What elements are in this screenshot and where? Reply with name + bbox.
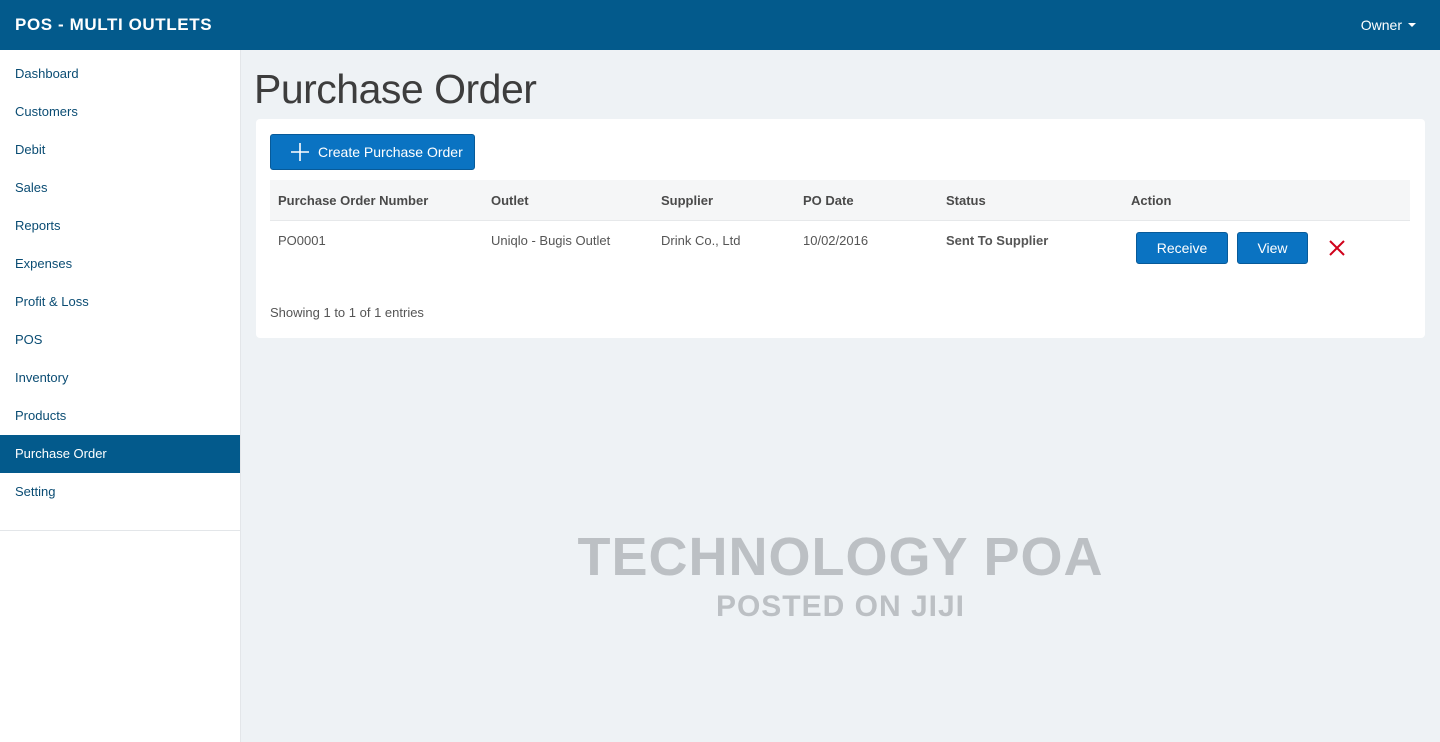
sidebar-menu: Dashboard Customers Debit Sales Reports … xyxy=(0,55,240,531)
create-purchase-order-button[interactable]: Create Purchase Order xyxy=(270,134,475,170)
main-content: Purchase Order Create Purchase Order Pur… xyxy=(241,50,1440,742)
view-button[interactable]: View xyxy=(1237,232,1308,264)
receive-button[interactable]: Receive xyxy=(1136,232,1228,264)
column-header-status[interactable]: Status xyxy=(946,193,986,208)
table-header: Purchase Order Number Outlet Supplier PO… xyxy=(270,180,1410,221)
app-title: POS - MULTI OUTLETS xyxy=(15,15,213,34)
close-icon[interactable] xyxy=(1328,239,1346,257)
purchase-order-panel: Create Purchase Order Purchase Order Num… xyxy=(256,119,1425,338)
sidebar-item-purchase-order[interactable]: Purchase Order xyxy=(0,435,240,473)
cell-po-number: PO0001 xyxy=(278,233,326,248)
cell-outlet: Uniqlo - Bugis Outlet xyxy=(491,233,611,248)
top-navbar: POS - MULTI OUTLETS Owner xyxy=(0,0,1440,50)
sidebar-item-profit-loss[interactable]: Profit & Loss xyxy=(0,283,240,321)
column-header-action: Action xyxy=(1131,193,1172,208)
cell-status: Sent To Supplier xyxy=(946,233,1049,248)
column-header-po-number[interactable]: Purchase Order Number xyxy=(278,193,428,208)
watermark-line-1: TECHNOLOGY POA xyxy=(577,527,1104,587)
cell-supplier: Drink Co., Ltd xyxy=(661,233,741,248)
column-header-supplier[interactable]: Supplier xyxy=(661,193,713,208)
sidebar-item-inventory[interactable]: Inventory xyxy=(0,359,240,397)
sidebar-item-setting[interactable]: Setting xyxy=(0,473,240,511)
user-menu-label: Owner xyxy=(1360,17,1402,33)
plus-icon xyxy=(291,143,309,161)
caret-down-icon xyxy=(1408,23,1416,27)
page-title: Purchase Order xyxy=(254,66,537,112)
purchase-order-table: Purchase Order Number Outlet Supplier PO… xyxy=(270,180,1410,276)
create-button-label: Create Purchase Order xyxy=(318,144,463,160)
sidebar-item-dashboard[interactable]: Dashboard xyxy=(0,55,240,93)
table-row: PO0001 Uniqlo - Bugis Outlet Drink Co., … xyxy=(270,221,1410,276)
column-header-outlet[interactable]: Outlet xyxy=(491,193,529,208)
sidebar-item-expenses[interactable]: Expenses xyxy=(0,245,240,283)
watermark: TECHNOLOGY POA POSTED ON JIJI xyxy=(241,525,1440,625)
column-header-po-date[interactable]: PO Date xyxy=(803,193,854,208)
user-menu[interactable]: Owner xyxy=(1361,17,1416,33)
sidebar-item-pos[interactable]: POS xyxy=(0,321,240,359)
table-info: Showing 1 to 1 of 1 entries xyxy=(270,305,424,320)
sidebar-item-reports[interactable]: Reports xyxy=(0,207,240,245)
watermark-line-2: POSTED ON JIJI xyxy=(715,590,966,623)
sidebar: Dashboard Customers Debit Sales Reports … xyxy=(0,50,241,742)
sidebar-item-sales[interactable]: Sales xyxy=(0,169,240,207)
sidebar-item-customers[interactable]: Customers xyxy=(0,93,240,131)
sidebar-item-debit[interactable]: Debit xyxy=(0,131,240,169)
cell-po-date: 10/02/2016 xyxy=(803,233,869,248)
sidebar-item-products[interactable]: Products xyxy=(0,397,240,435)
